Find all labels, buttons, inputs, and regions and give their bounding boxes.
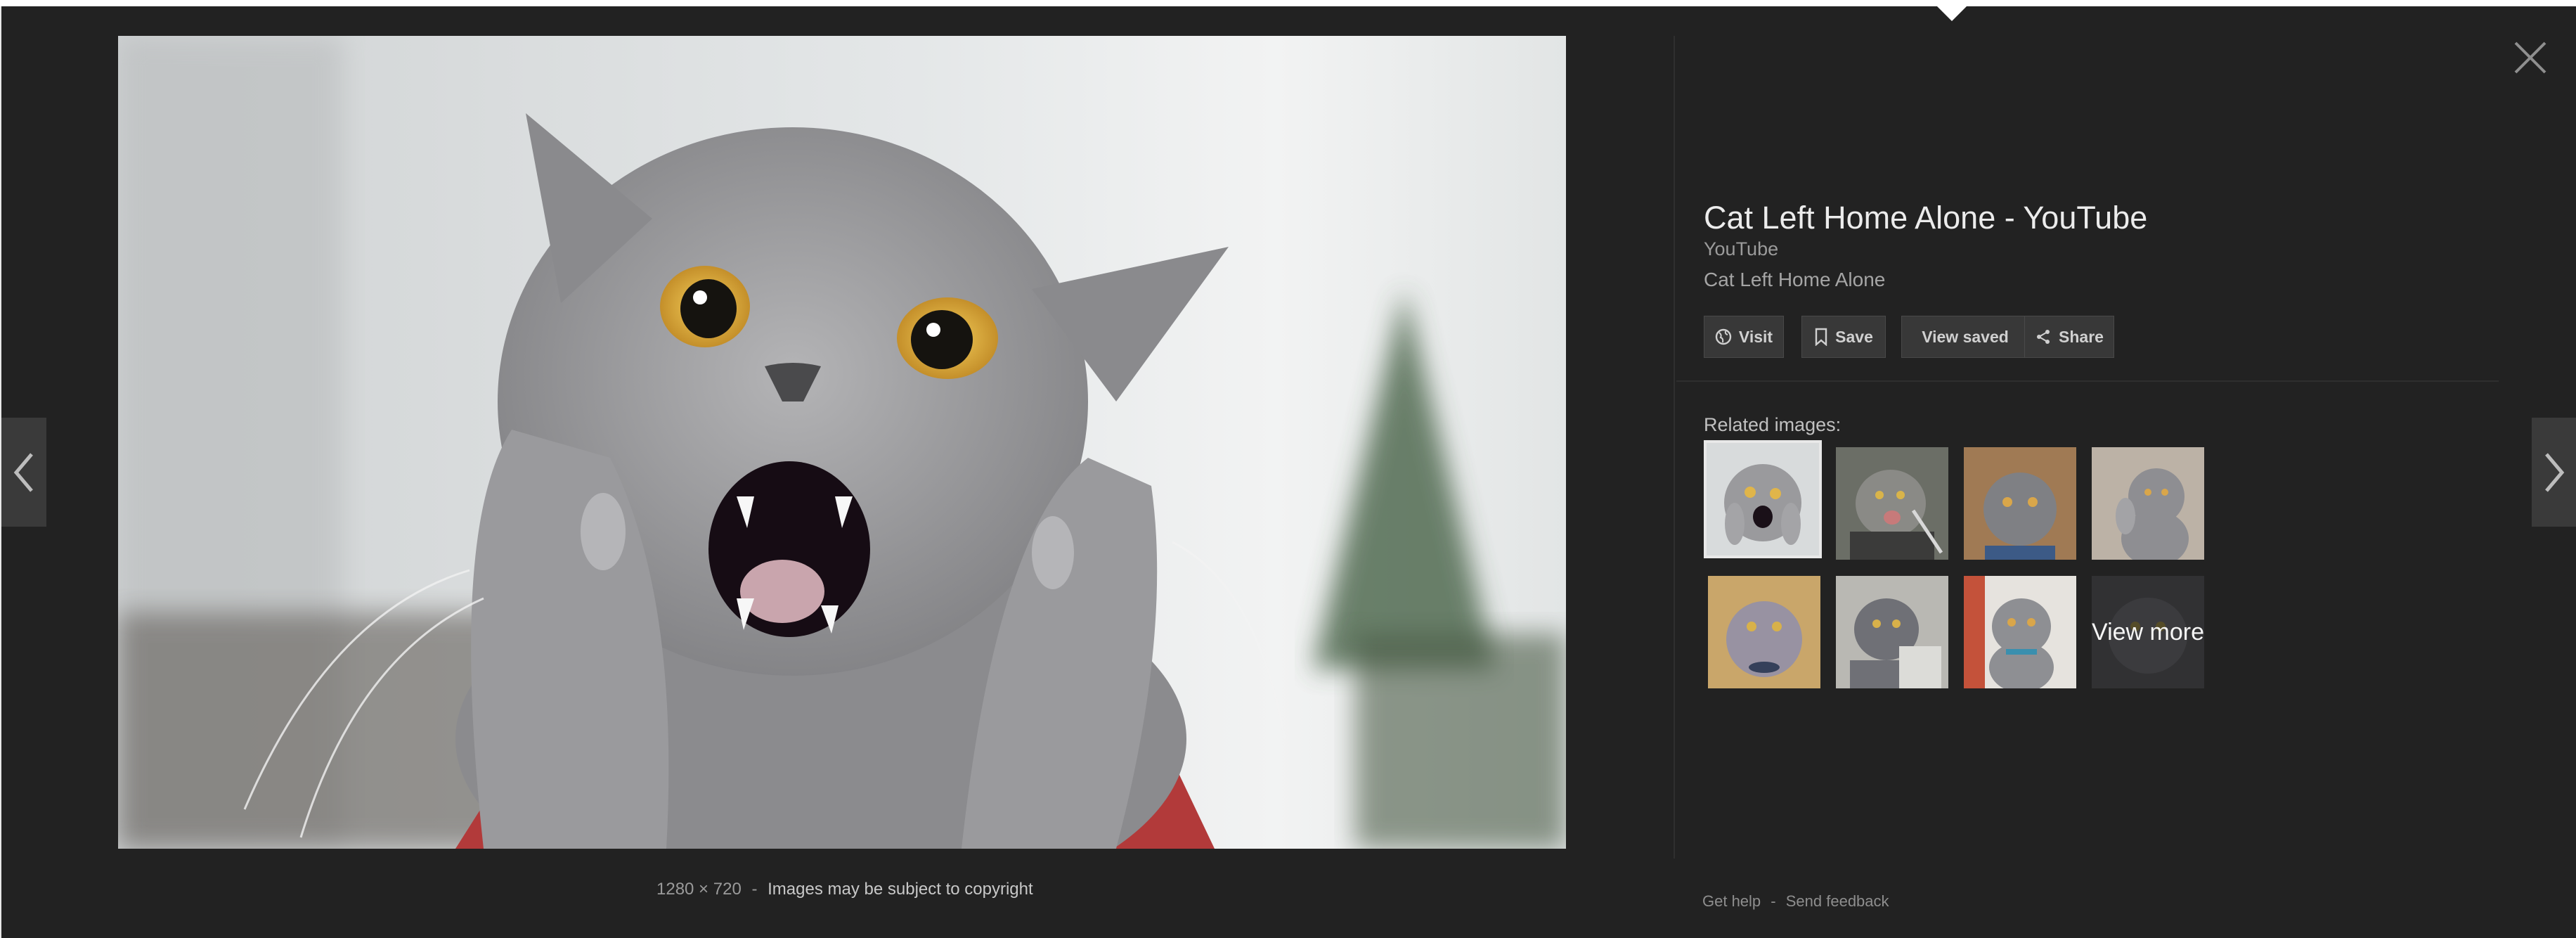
main-image[interactable]: [118, 36, 1566, 849]
image-viewer-panel: 1280 × 720 - Images may be subject to co…: [0, 6, 2576, 938]
related-thumbnail[interactable]: [1836, 576, 1948, 688]
panel-divider-vertical: [1674, 36, 1675, 859]
share-label: Share: [2059, 327, 2104, 346]
visit-label: Visit: [1738, 327, 1773, 346]
thumbnail-image: [1708, 576, 1820, 688]
related-thumbnail[interactable]: [1836, 447, 1948, 560]
close-button[interactable]: [2513, 40, 2548, 75]
image-source[interactable]: YouTube: [1704, 238, 1778, 260]
view-more-thumbnail[interactable]: View more: [2092, 576, 2204, 688]
panel-divider-horizontal: [1676, 380, 2499, 382]
chevron-right-icon: [2545, 452, 2565, 492]
image-meta: 1280 × 720 - Images may be subject to co…: [656, 880, 1033, 899]
image-dimensions: 1280 × 720: [656, 880, 742, 899]
thumbnail-image: [1964, 447, 2076, 560]
copyright-notice: Images may be subject to copyright: [768, 880, 1033, 899]
meta-separator: -: [751, 880, 758, 899]
image-title[interactable]: Cat Left Home Alone - YouTube: [1704, 200, 2147, 236]
related-thumbnail[interactable]: [1704, 440, 1822, 558]
visit-button[interactable]: Visit: [1704, 316, 1784, 358]
thumbnail-image: [1707, 443, 1819, 555]
get-help-link[interactable]: Get help: [1702, 892, 1761, 910]
thumbnail-image: [1836, 576, 1948, 688]
related-thumbnail[interactable]: [1964, 576, 2076, 688]
related-thumbnail[interactable]: [1708, 576, 1820, 688]
share-button[interactable]: Share: [2024, 316, 2114, 358]
thumbnail-image: [2092, 447, 2204, 560]
footer-separator: -: [1771, 892, 1776, 910]
related-thumbnail[interactable]: [1964, 447, 2076, 560]
save-label: Save: [1835, 327, 1873, 346]
viewer-pointer-caret: [1936, 6, 1967, 21]
thumbnail-image: [1836, 447, 1948, 560]
footer-links: Get help - Send feedback: [1702, 892, 1889, 911]
send-feedback-link[interactable]: Send feedback: [1786, 892, 1889, 910]
previous-image-button[interactable]: [1, 418, 46, 527]
view-more-label: View more: [2092, 576, 2204, 688]
close-icon: [2514, 41, 2546, 74]
globe-icon: [1715, 328, 1732, 345]
related-thumbnail[interactable]: [2092, 447, 2204, 560]
thumbnail-image: [1964, 576, 2076, 688]
view-saved-label: View saved: [1922, 327, 2009, 346]
next-image-button[interactable]: [2532, 418, 2576, 527]
related-images-label: Related images:: [1704, 414, 1842, 435]
share-icon: [2037, 330, 2050, 344]
chevron-left-icon: [13, 452, 33, 492]
view-saved-button[interactable]: View saved: [1901, 316, 2029, 358]
image-description: Cat Left Home Alone: [1704, 269, 1886, 290]
save-button[interactable]: Save: [1801, 316, 1886, 358]
bookmark-icon: [1815, 328, 1827, 346]
cat-photo: [118, 36, 1566, 849]
